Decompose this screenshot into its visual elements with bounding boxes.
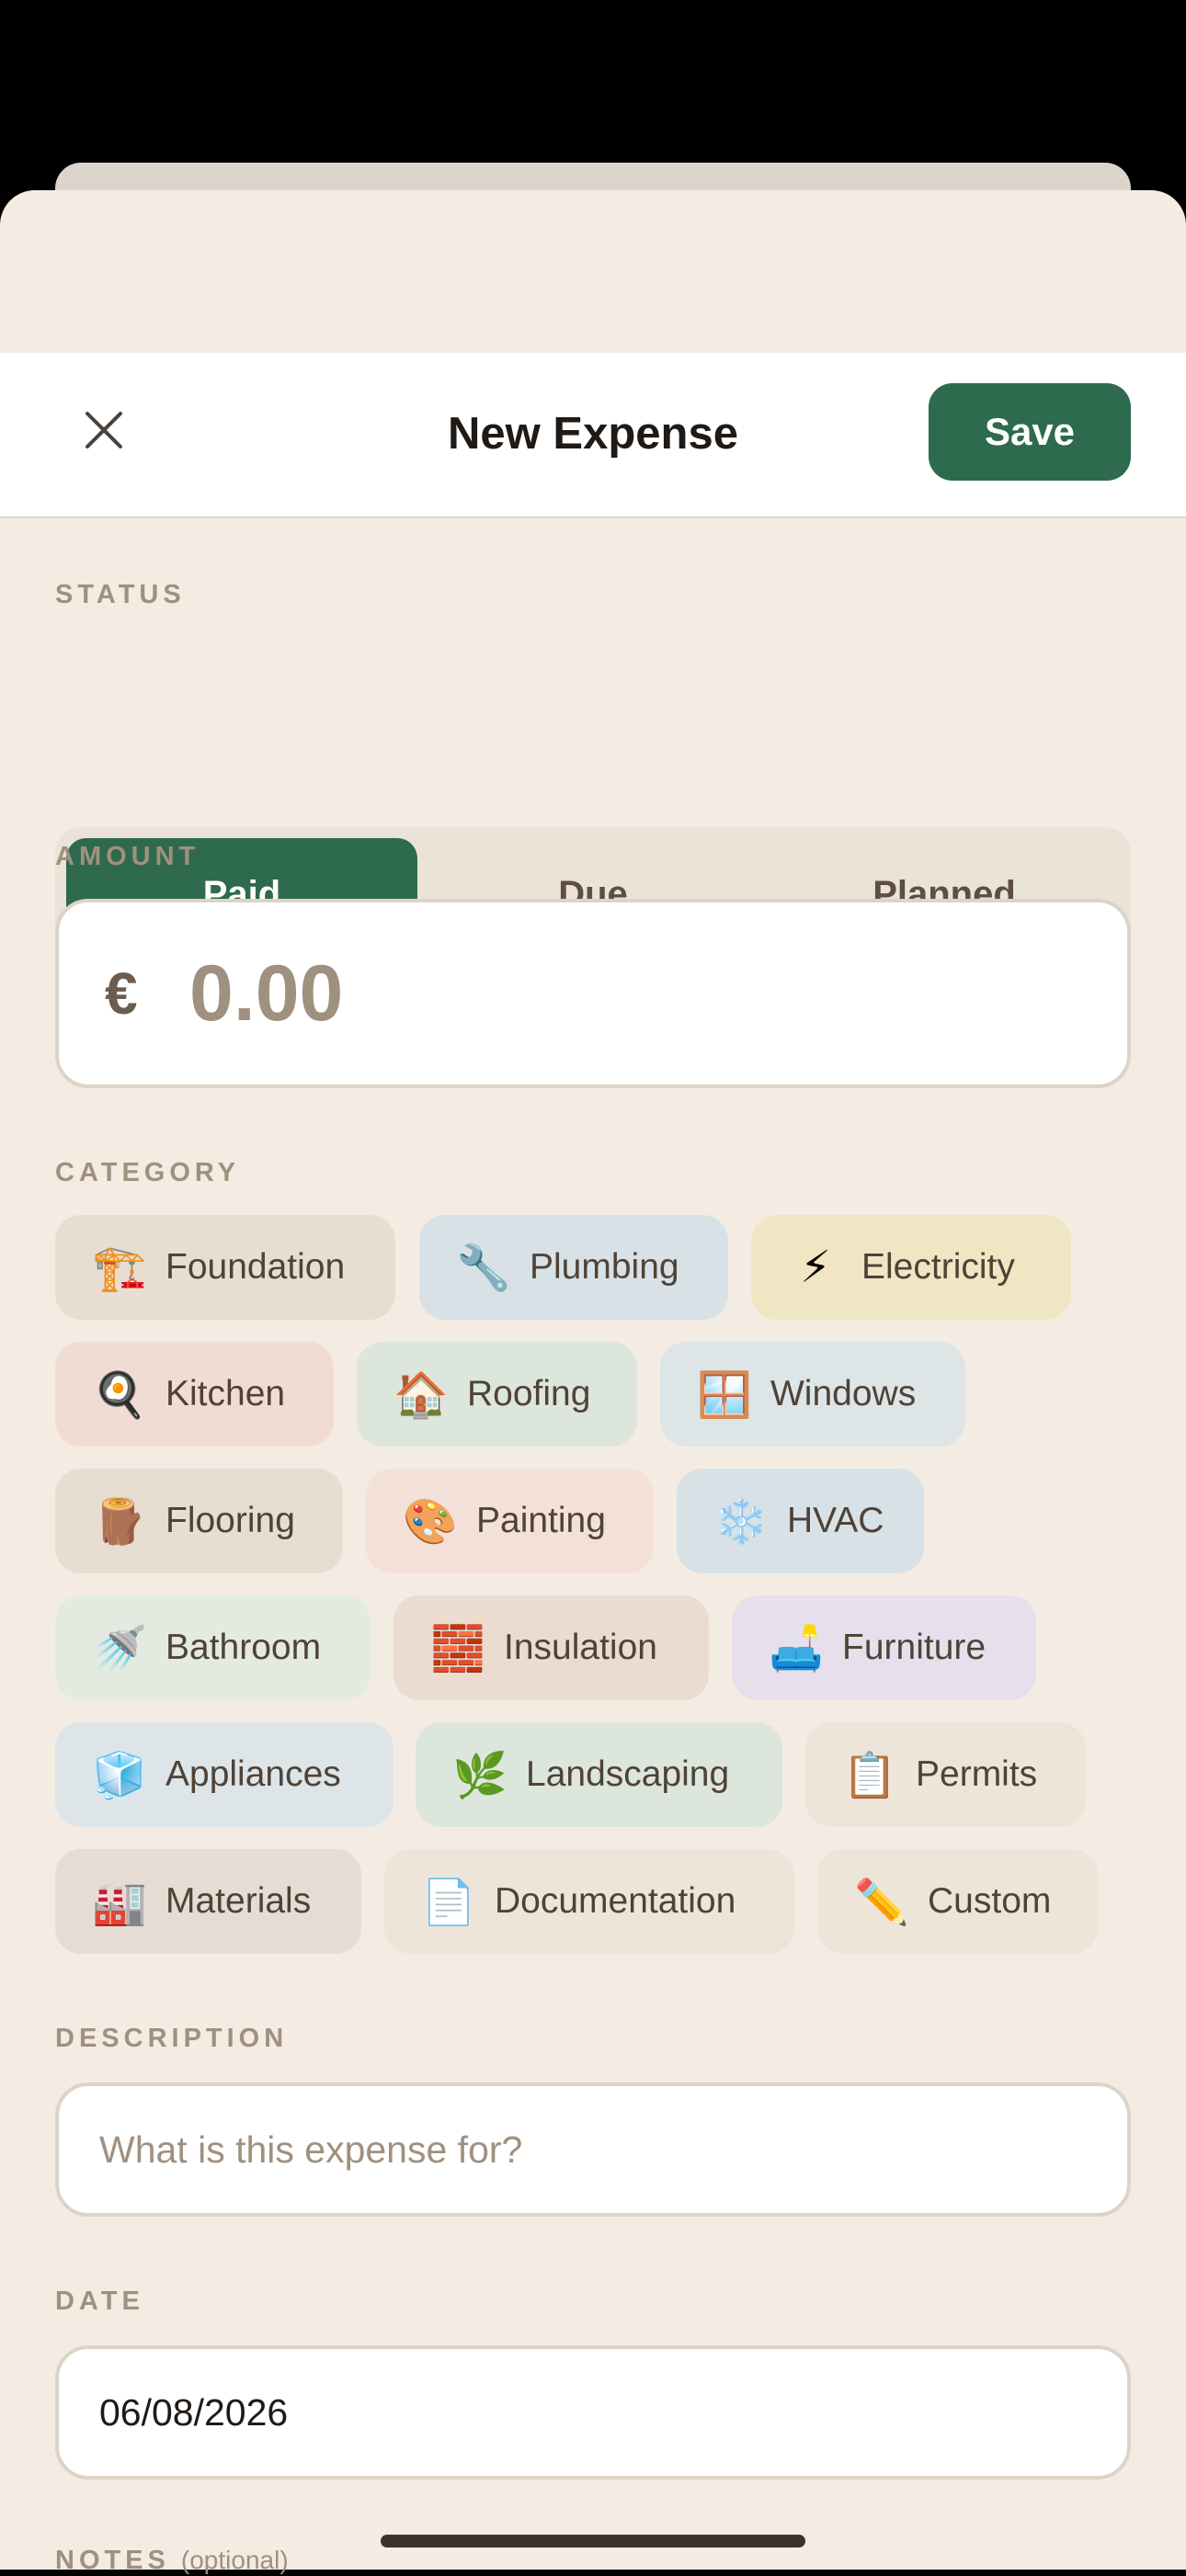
bathroom-icon: 🚿: [92, 1622, 147, 1674]
notes-optional-hint: (optional): [180, 2546, 289, 2574]
close-icon: [86, 412, 122, 448]
category-chip-documentation[interactable]: 📄 Documentation: [384, 1849, 794, 1954]
close-button[interactable]: [74, 400, 134, 460]
electricity-icon: ⚡: [800, 1242, 831, 1293]
category-chip-bathroom[interactable]: 🚿 Bathroom: [55, 1595, 371, 1700]
materials-icon: 🏭: [92, 1876, 147, 1928]
navigation-bar: New Expense Save: [0, 353, 1186, 518]
category-chip-hvac[interactable]: ❄️ HVAC: [677, 1469, 924, 1573]
category-chip-flooring[interactable]: 🪵 Flooring: [55, 1469, 343, 1573]
hvac-icon: ❄️: [713, 1495, 769, 1548]
category-chip-label: Custom: [928, 1881, 1052, 1921]
category-chip-furniture[interactable]: 🛋️ Furniture: [732, 1595, 1036, 1700]
date-value: 06/08/2026: [99, 2390, 289, 2434]
category-chip-insulation[interactable]: 🧱 Insulation: [393, 1595, 709, 1700]
category-chip-windows[interactable]: 🪟 Windows: [660, 1342, 965, 1447]
furniture-icon: 🛋️: [769, 1622, 824, 1674]
notes-label: NOTES: [55, 2546, 170, 2575]
category-chip-label: Flooring: [165, 1501, 295, 1540]
category-chip-label: Plumbing: [530, 1247, 679, 1287]
category-chip-label: Electricity: [861, 1247, 1015, 1287]
category-chip-landscaping[interactable]: 🌿 Landscaping: [416, 1722, 782, 1827]
category-chip-label: HVAC: [787, 1501, 884, 1540]
documentation-icon: 📄: [421, 1876, 476, 1928]
insulation-icon: 🧱: [430, 1622, 485, 1674]
appliances-icon: 🧊: [92, 1749, 147, 1801]
page-title: New Expense: [448, 409, 738, 459]
category-chip-label: Permits: [916, 1754, 1038, 1794]
category-chip-electricity[interactable]: ⚡ Electricity: [751, 1215, 1071, 1320]
windows-icon: 🪟: [697, 1368, 752, 1421]
category-section-label: CATEGORY: [55, 1158, 241, 1187]
foundation-icon: 🏗️: [92, 1242, 147, 1294]
category-chip-label: Painting: [476, 1501, 606, 1540]
category-chip-permits[interactable]: 📋 Permits: [805, 1722, 1086, 1827]
category-chip-label: Landscaping: [526, 1754, 730, 1794]
plumbing-icon: 🔧: [456, 1242, 511, 1294]
date-input[interactable]: 06/08/2026: [55, 2345, 1131, 2480]
category-chip-label: Foundation: [165, 1247, 346, 1287]
category-chip-label: Materials: [165, 1881, 312, 1921]
category-chip-label: Furniture: [842, 1628, 986, 1667]
amount-section-label: AMOUNT: [55, 842, 200, 871]
home-indicator: [381, 2535, 805, 2548]
notes-section-label: NOTES (optional): [55, 2546, 289, 2576]
category-chip-roofing[interactable]: 🏠 Roofing: [357, 1342, 637, 1447]
landscaping-icon: 🌿: [452, 1749, 507, 1801]
date-section-label: DATE: [55, 2287, 144, 2316]
category-chip-foundation[interactable]: 🏗️ Foundation: [55, 1215, 395, 1320]
amount-value: 0.00: [189, 948, 344, 1038]
painting-icon: 🎨: [403, 1495, 458, 1548]
category-chip-label: Windows: [770, 1374, 917, 1413]
category-chip-label: Bathroom: [165, 1628, 322, 1667]
description-section-label: DESCRIPTION: [55, 2024, 289, 2053]
kitchen-icon: 🍳: [92, 1368, 147, 1421]
category-chip-painting[interactable]: 🎨 Painting: [366, 1469, 654, 1573]
currency-symbol: €: [105, 960, 138, 1027]
category-chip-appliances[interactable]: 🧊 Appliances: [55, 1722, 393, 1827]
category-chip-label: Roofing: [467, 1374, 591, 1413]
category-chip-label: Documentation: [495, 1881, 736, 1921]
category-chip-materials[interactable]: 🏭 Materials: [55, 1849, 361, 1954]
save-button[interactable]: Save: [929, 383, 1131, 481]
category-chip-label: Appliances: [165, 1754, 341, 1794]
description-input[interactable]: [55, 2082, 1131, 2217]
category-chip-kitchen[interactable]: 🍳 Kitchen: [55, 1342, 334, 1447]
amount-input[interactable]: € 0.00: [55, 899, 1131, 1088]
status-section-label: STATUS: [55, 580, 186, 609]
custom-icon: ✏️: [854, 1876, 909, 1928]
roofing-icon: 🏠: [393, 1368, 449, 1421]
category-chip-label: Kitchen: [165, 1374, 286, 1413]
category-chip-label: Insulation: [504, 1628, 657, 1667]
category-chip-custom[interactable]: ✏️ Custom: [817, 1849, 1098, 1954]
permits-icon: 📋: [842, 1749, 897, 1801]
description-field[interactable]: [99, 2128, 1074, 2172]
category-chip-plumbing[interactable]: 🔧 Plumbing: [419, 1215, 728, 1320]
flooring-icon: 🪵: [92, 1495, 147, 1548]
